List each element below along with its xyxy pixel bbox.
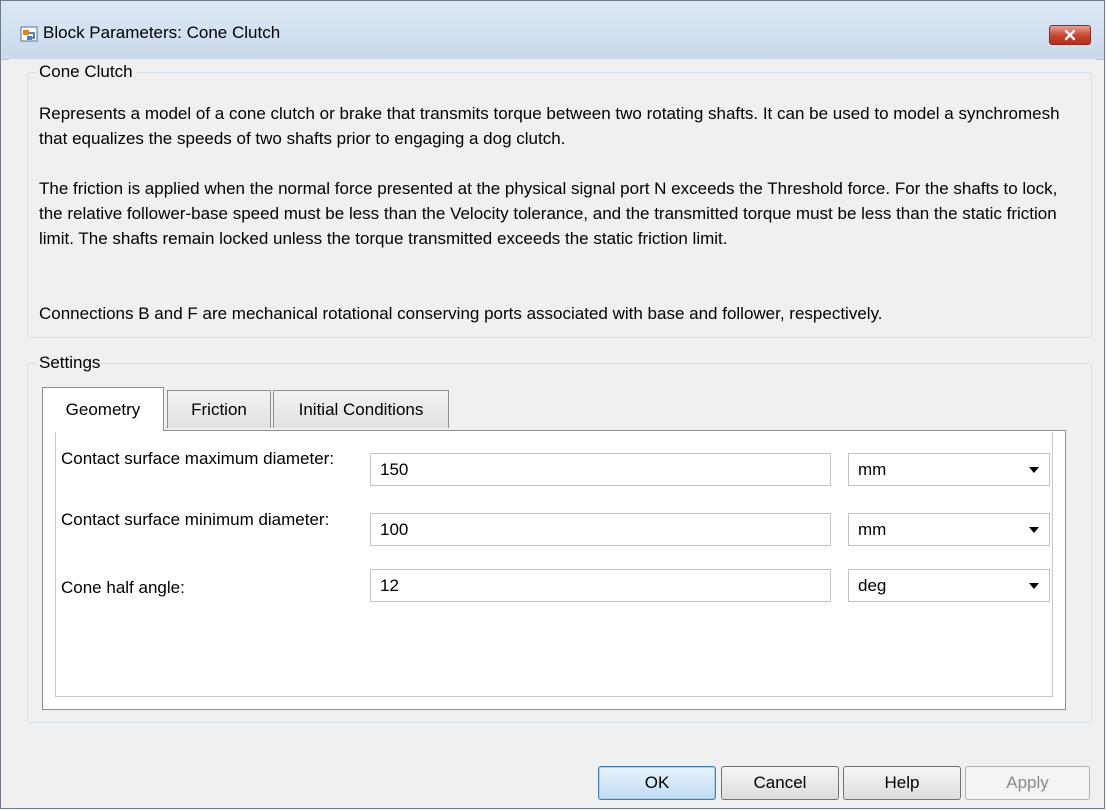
cone-half-angle-input[interactable] (370, 569, 831, 602)
title-bar[interactable]: Block Parameters: Cone Clutch (1, 1, 1104, 60)
tab-geometry[interactable]: Geometry (42, 387, 164, 431)
help-button[interactable]: Help (843, 766, 961, 800)
window-title: Block Parameters: Cone Clutch (43, 23, 281, 42)
param-label-cone-half-angle: Cone half angle: (61, 578, 185, 597)
param-label-min-diameter: Contact surface minimum diameter: (61, 510, 330, 529)
dialog-window: Block Parameters: Cone Clutch Cone Clutc… (0, 0, 1105, 809)
min-diameter-unit-select[interactable]: mm (848, 513, 1050, 546)
description-paragraph: Represents a model of a cone clutch or b… (39, 104, 1060, 148)
min-diameter-input[interactable] (370, 513, 831, 546)
close-icon (1064, 29, 1076, 41)
max-diameter-unit-value: mm (858, 459, 887, 479)
chevron-down-icon (1029, 527, 1039, 533)
ok-button[interactable]: OK (598, 766, 716, 800)
chevron-down-icon (1029, 583, 1039, 589)
close-button[interactable] (1049, 25, 1091, 45)
param-label-max-diameter: Contact surface maximum diameter: (61, 449, 335, 468)
cone-half-angle-unit-select[interactable]: deg (848, 569, 1050, 602)
apply-button[interactable]: Apply (965, 766, 1090, 800)
description-paragraph: Connections B and F are mechanical rotat… (39, 304, 883, 323)
max-diameter-input[interactable] (370, 453, 831, 486)
min-diameter-unit-value: mm (858, 519, 887, 539)
max-diameter-unit-select[interactable]: mm (848, 453, 1050, 486)
cancel-button[interactable]: Cancel (721, 766, 839, 800)
tab-initial-conditions[interactable]: Initial Conditions (273, 390, 449, 428)
settings-group-title: Settings (36, 353, 104, 373)
description-paragraph: The friction is applied when the normal … (39, 179, 1058, 248)
description-group-title: Cone Clutch (36, 62, 136, 82)
tab-friction[interactable]: Friction (167, 390, 271, 428)
cone-half-angle-unit-value: deg (858, 575, 887, 595)
simulink-block-icon (20, 26, 38, 42)
chevron-down-icon (1029, 467, 1039, 473)
